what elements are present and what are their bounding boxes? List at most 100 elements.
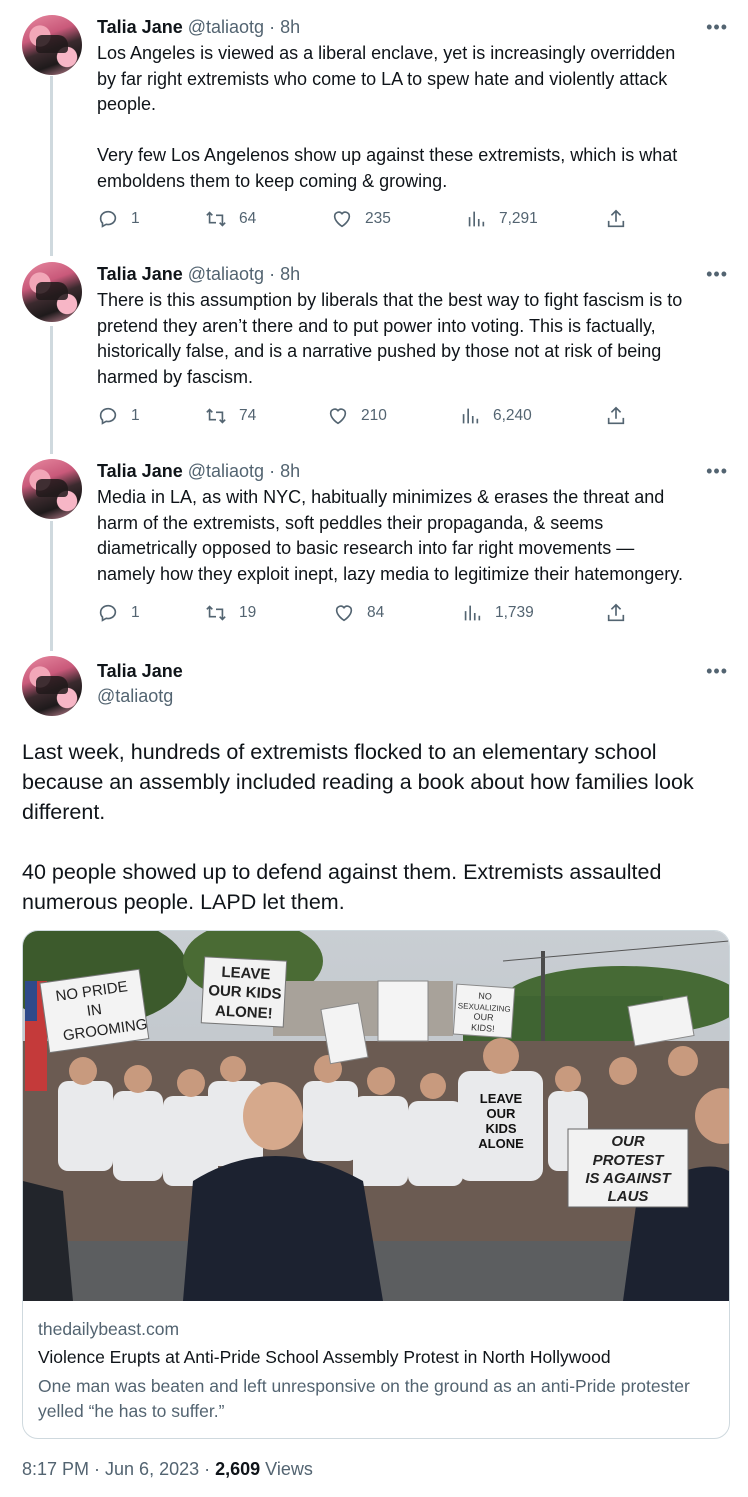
tweet-text: Los Angeles is viewed as a liberal encla… bbox=[97, 43, 678, 191]
like-icon bbox=[329, 408, 347, 425]
reply-icon bbox=[99, 604, 117, 622]
views-count: 7,291 bbox=[499, 210, 538, 227]
retweet-count: 19 bbox=[239, 604, 257, 621]
thread-line bbox=[50, 326, 53, 454]
card-domain: thedailybeast.com bbox=[38, 1319, 180, 1339]
card-description: One man was beaten and left unresponsive… bbox=[38, 1376, 690, 1421]
svg-text:IS AGAINST: IS AGAINST bbox=[585, 1170, 672, 1187]
svg-text:OUR: OUR bbox=[611, 1133, 645, 1150]
author-handle[interactable]: @taliaotg bbox=[188, 461, 264, 481]
retweet-button[interactable]: 64 bbox=[205, 208, 256, 230]
retweet-icon bbox=[206, 408, 226, 424]
avatar[interactable] bbox=[22, 656, 82, 716]
tweet-text: There is this assumption by liberals tha… bbox=[97, 290, 683, 387]
tweet-header: Talia Jane @taliaotg · 8h bbox=[97, 461, 300, 482]
share-button[interactable] bbox=[605, 405, 627, 427]
sign-no-pride: NO PRIDE IN GROOMING bbox=[39, 968, 150, 1054]
like-count: 235 bbox=[365, 210, 391, 227]
svg-text:KIDS: KIDS bbox=[485, 1121, 516, 1136]
svg-text:KIDS!: KIDS! bbox=[471, 1022, 495, 1034]
more-icon[interactable]: ••• bbox=[706, 661, 728, 682]
reply-button[interactable]: 1 bbox=[97, 208, 140, 230]
author-name[interactable]: Talia Jane bbox=[97, 264, 183, 284]
author-name[interactable]: Talia Jane bbox=[97, 661, 183, 682]
svg-text:NO: NO bbox=[478, 991, 492, 1002]
sign-our-protest: OUR PROTEST IS AGAINST LAUS bbox=[567, 1128, 689, 1208]
svg-text:OUR: OUR bbox=[487, 1106, 517, 1121]
retweet-icon bbox=[206, 211, 226, 227]
svg-text:IN: IN bbox=[86, 1001, 103, 1020]
reply-count: 1 bbox=[131, 210, 140, 227]
tweet-time[interactable]: 8h bbox=[280, 461, 300, 481]
views-count: 1,739 bbox=[495, 604, 534, 621]
action-bar: 1 19 84 1,739 bbox=[97, 602, 657, 626]
views-icon bbox=[462, 408, 479, 424]
like-button[interactable]: 235 bbox=[331, 208, 391, 230]
views-icon bbox=[464, 605, 481, 621]
like-icon bbox=[335, 605, 353, 622]
like-button[interactable]: 210 bbox=[327, 405, 387, 427]
like-button[interactable]: 84 bbox=[333, 602, 384, 624]
tweet-time[interactable]: 8h bbox=[280, 17, 300, 37]
tweet-meta: 8:17 PM · Jun 6, 2023 · 2,609 Views bbox=[22, 1459, 313, 1480]
reply-button[interactable]: 1 bbox=[97, 405, 140, 427]
views-button[interactable]: 6,240 bbox=[459, 405, 532, 427]
svg-text:ALONE: ALONE bbox=[478, 1136, 524, 1151]
timestamp[interactable]: 8:17 PM · Jun 6, 2023 · bbox=[22, 1459, 215, 1479]
reply-button[interactable]: 1 bbox=[97, 602, 140, 624]
card-title: Violence Erupts at Anti-Pride School Ass… bbox=[38, 1347, 611, 1367]
like-icon bbox=[333, 211, 351, 228]
retweet-button[interactable]: 19 bbox=[205, 602, 256, 624]
tweet-header: Talia Jane @taliaotg · 8h bbox=[97, 17, 300, 38]
tweet-header: Talia Jane @taliaotg · 8h bbox=[97, 264, 300, 285]
like-count: 84 bbox=[367, 604, 385, 621]
svg-text:ALONE!: ALONE! bbox=[215, 1002, 273, 1022]
author-name[interactable]: Talia Jane bbox=[97, 17, 183, 37]
reply-icon bbox=[99, 407, 117, 425]
views-button[interactable]: 1,739 bbox=[461, 602, 534, 624]
share-button[interactable] bbox=[605, 208, 627, 230]
separator-dot: · bbox=[269, 17, 276, 37]
views-button[interactable]: 7,291 bbox=[465, 208, 538, 230]
more-icon[interactable]: ••• bbox=[706, 461, 728, 482]
views-total: 2,609 bbox=[215, 1459, 261, 1479]
share-button[interactable] bbox=[605, 602, 627, 624]
card-photo: NO PRIDE IN GROOMING LEAVE OUR KIDS ALON… bbox=[23, 931, 729, 1301]
thread-line bbox=[50, 521, 53, 651]
svg-text:LEAVE: LEAVE bbox=[480, 1091, 523, 1106]
avatar[interactable] bbox=[22, 459, 82, 519]
svg-text:LAUS: LAUS bbox=[608, 1188, 649, 1205]
tweet-time[interactable]: 8h bbox=[280, 264, 300, 284]
action-bar: 1 64 235 7,291 bbox=[97, 208, 657, 232]
avatar[interactable] bbox=[22, 262, 82, 322]
reply-count: 1 bbox=[131, 604, 140, 621]
thread-line bbox=[50, 76, 53, 256]
views-label: Views bbox=[260, 1459, 313, 1479]
reply-icon bbox=[99, 210, 117, 228]
author-handle[interactable]: @taliaotg bbox=[188, 264, 264, 284]
tweet-text: Media in LA, as with NYC, habitually min… bbox=[97, 487, 683, 584]
retweet-count: 64 bbox=[239, 210, 257, 227]
avatar[interactable] bbox=[22, 15, 82, 75]
retweet-count: 74 bbox=[239, 407, 257, 424]
views-count: 6,240 bbox=[493, 407, 532, 424]
views-icon bbox=[468, 211, 485, 227]
share-icon bbox=[607, 209, 625, 228]
retweet-icon bbox=[206, 605, 226, 621]
reply-count: 1 bbox=[131, 407, 140, 424]
author-handle[interactable]: @taliaotg bbox=[188, 17, 264, 37]
action-bar: 1 74 210 6,240 bbox=[97, 405, 657, 429]
sign-no-sexualizing: NO SEXUALIZING OUR KIDS! bbox=[452, 983, 516, 1039]
more-icon[interactable]: ••• bbox=[706, 17, 728, 38]
share-icon bbox=[607, 603, 625, 622]
link-card[interactable]: NO PRIDE IN GROOMING LEAVE OUR KIDS ALON… bbox=[22, 930, 730, 1439]
author-handle[interactable]: @taliaotg bbox=[97, 686, 173, 707]
separator-dot: · bbox=[269, 461, 276, 481]
main-tweet-text: Last week, hundreds of extremists flocke… bbox=[22, 740, 694, 914]
retweet-button[interactable]: 74 bbox=[205, 405, 256, 427]
author-name[interactable]: Talia Jane bbox=[97, 461, 183, 481]
svg-text:OUR: OUR bbox=[473, 1011, 494, 1022]
svg-text:PROTEST: PROTEST bbox=[593, 1152, 666, 1169]
sign-leave-kids: LEAVE OUR KIDS ALONE! bbox=[200, 956, 288, 1028]
more-icon[interactable]: ••• bbox=[706, 264, 728, 285]
